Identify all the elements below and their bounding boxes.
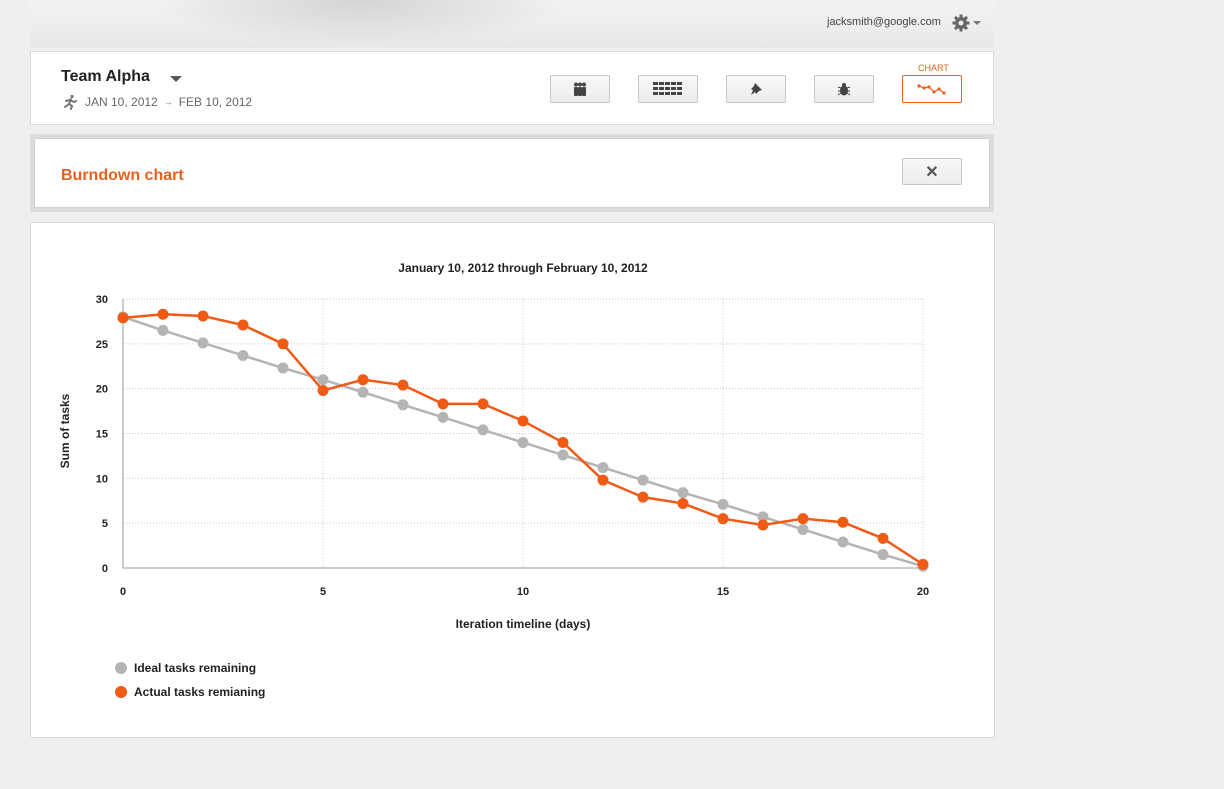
chart-title-card: Burndown chart ✕ xyxy=(34,138,990,208)
data-point xyxy=(877,549,889,561)
x-tick-label: 20 xyxy=(917,586,929,598)
data-point xyxy=(437,411,449,423)
legend-marker xyxy=(115,662,127,674)
y-tick-label: 30 xyxy=(96,294,108,306)
account-email[interactable]: jacksmith@google.com xyxy=(827,16,941,28)
iteration-dates: JAN 10, 2012 → FEB 10, 2012 xyxy=(61,94,252,110)
data-point xyxy=(797,513,809,525)
y-tick-label: 10 xyxy=(96,473,108,485)
x-tick-label: 0 xyxy=(120,586,126,598)
data-point xyxy=(717,513,729,525)
burndown-chart: January 10, 2012 through February 10, 20… xyxy=(58,261,929,699)
team-name[interactable]: Team Alpha xyxy=(61,68,150,86)
data-point xyxy=(397,379,409,391)
data-point xyxy=(197,310,209,322)
data-point xyxy=(517,415,529,427)
data-point xyxy=(877,532,889,544)
chart-title: January 10, 2012 through February 10, 20… xyxy=(398,261,648,275)
start-date: JAN 10, 2012 xyxy=(85,95,158,109)
data-point xyxy=(837,536,849,548)
x-tick-label: 5 xyxy=(320,586,326,598)
y-tick-label: 20 xyxy=(96,384,108,396)
chevron-down-icon xyxy=(973,21,981,25)
data-point xyxy=(477,398,489,410)
data-point xyxy=(437,398,449,410)
close-icon: ✕ xyxy=(925,163,939,181)
data-point xyxy=(157,324,169,336)
y-tick-label: 25 xyxy=(96,339,108,351)
y-tick-label: 15 xyxy=(96,429,108,441)
close-button[interactable]: ✕ xyxy=(902,158,962,185)
data-point xyxy=(317,374,329,386)
data-point xyxy=(677,497,689,509)
data-point xyxy=(677,487,689,499)
data-point xyxy=(117,312,129,324)
legend-marker xyxy=(115,686,127,698)
data-point xyxy=(557,449,569,461)
arrow-right-icon: → xyxy=(163,97,173,107)
data-point xyxy=(637,491,649,503)
y-tick-label: 5 xyxy=(102,518,108,530)
data-point xyxy=(717,498,729,510)
data-point xyxy=(597,462,609,474)
legend-label: Actual tasks remianing xyxy=(134,685,265,699)
chart-view-button[interactable] xyxy=(902,75,962,103)
data-point xyxy=(197,337,209,349)
y-tick-label: 0 xyxy=(102,563,108,575)
data-point xyxy=(397,399,409,411)
bug-icon xyxy=(837,83,851,96)
x-tick-label: 10 xyxy=(517,586,529,598)
x-tick-label: 15 xyxy=(717,586,729,598)
data-point xyxy=(157,308,169,320)
board-view-button[interactable] xyxy=(638,75,698,103)
end-date: FEB 10, 2012 xyxy=(178,95,253,109)
data-point xyxy=(357,386,369,398)
settings-menu[interactable] xyxy=(952,13,984,33)
people-icon xyxy=(574,82,586,96)
team-view-button[interactable] xyxy=(550,75,610,103)
chart-card: January 10, 2012 through February 10, 20… xyxy=(30,222,995,738)
data-point xyxy=(797,523,809,535)
legend-label: Ideal tasks remaining xyxy=(134,661,256,675)
panel-title: Burndown chart xyxy=(61,167,184,184)
y-axis-label: Sum of tasks xyxy=(58,393,72,468)
data-point xyxy=(357,374,369,386)
gear-icon xyxy=(952,14,970,32)
data-point xyxy=(317,384,329,396)
chart-title-panel: Burndown chart ✕ xyxy=(30,134,994,212)
line-chart-icon xyxy=(917,84,946,95)
data-point xyxy=(237,349,249,361)
data-point xyxy=(837,516,849,528)
data-point xyxy=(237,319,249,331)
grid-icon xyxy=(653,82,682,95)
data-point xyxy=(757,519,769,531)
data-point xyxy=(917,558,929,570)
data-point xyxy=(637,474,649,486)
data-point xyxy=(557,436,569,448)
data-point xyxy=(517,436,529,448)
project-header: Team Alpha JAN 10, 2012 → FEB 10, 2012 C… xyxy=(30,51,994,125)
data-point xyxy=(597,474,609,486)
team-dropdown-icon[interactable] xyxy=(170,76,182,82)
data-point xyxy=(277,362,289,374)
chart-tool-label: CHART xyxy=(918,63,949,73)
top-bar-shadow xyxy=(150,0,570,48)
bug-view-button[interactable] xyxy=(814,75,874,103)
x-axis-label: Iteration timeline (days) xyxy=(456,617,591,631)
pin-view-button[interactable] xyxy=(726,75,786,103)
top-bar: jacksmith@google.com xyxy=(30,0,994,48)
runner-icon xyxy=(64,94,77,110)
data-point xyxy=(477,424,489,436)
pushpin-icon xyxy=(751,83,762,95)
data-point xyxy=(277,338,289,350)
